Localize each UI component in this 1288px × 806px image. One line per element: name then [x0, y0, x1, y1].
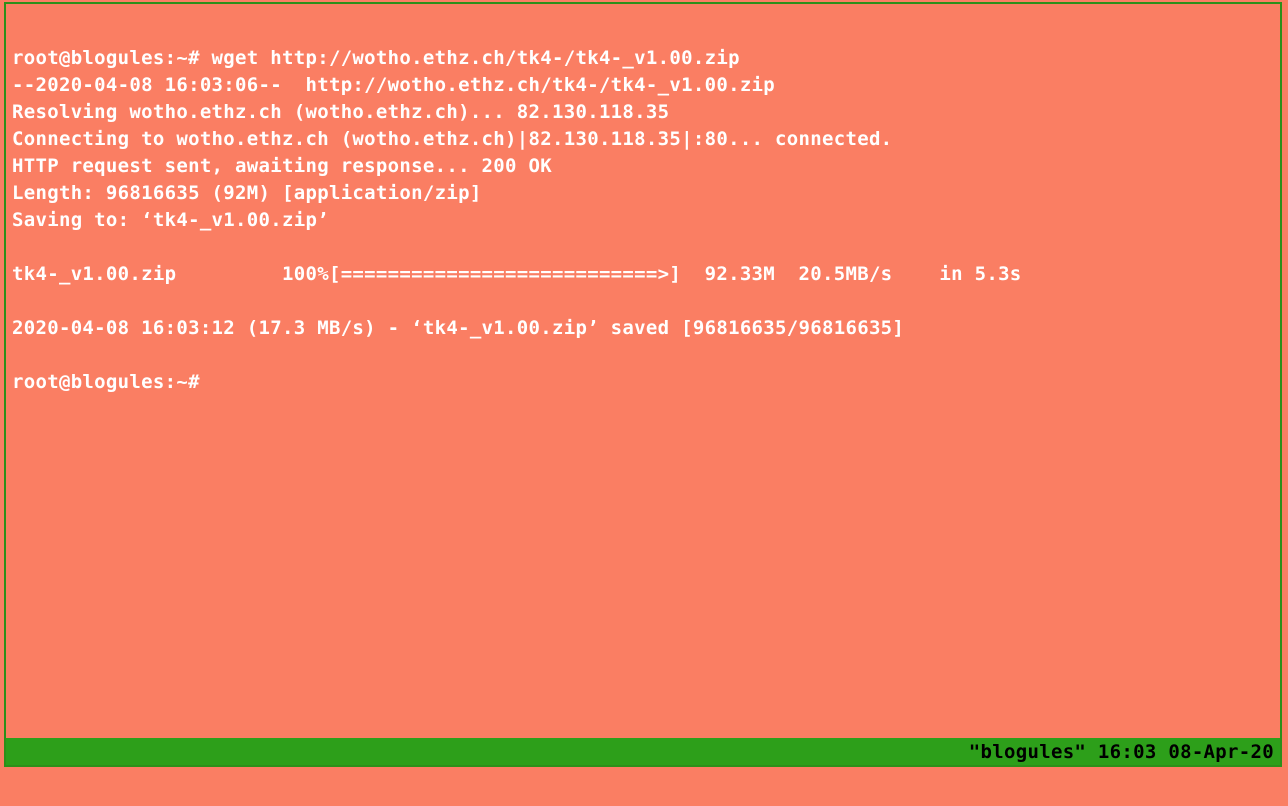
output-line: Connecting to wotho.ethz.ch (wotho.ethz.… — [12, 128, 892, 150]
output-line: --2020-04-08 16:03:06-- http://wotho.eth… — [12, 74, 775, 96]
status-text: "blogules" 16:03 08-Apr-20 — [969, 741, 1274, 763]
output-line: Length: 96816635 (92M) [application/zip] — [12, 182, 482, 204]
terminal-output[interactable]: root@blogules:~# wget http://wotho.ethz.… — [6, 4, 1280, 738]
output-line: HTTP request sent, awaiting response... … — [12, 155, 552, 177]
terminal-window: root@blogules:~# wget http://wotho.ethz.… — [4, 2, 1282, 767]
output-line: 2020-04-08 16:03:12 (17.3 MB/s) - ‘tk4-_… — [12, 317, 904, 339]
status-bar: "blogules" 16:03 08-Apr-20 — [6, 738, 1280, 765]
output-line: tk4-_v1.00.zip 100%[====================… — [12, 263, 1022, 285]
output-line: Saving to: ‘tk4-_v1.00.zip’ — [12, 209, 329, 231]
prompt-line[interactable]: root@blogules:~# — [12, 371, 200, 393]
output-line: Resolving wotho.ethz.ch (wotho.ethz.ch).… — [12, 101, 669, 123]
output-line: root@blogules:~# wget http://wotho.ethz.… — [12, 47, 740, 69]
